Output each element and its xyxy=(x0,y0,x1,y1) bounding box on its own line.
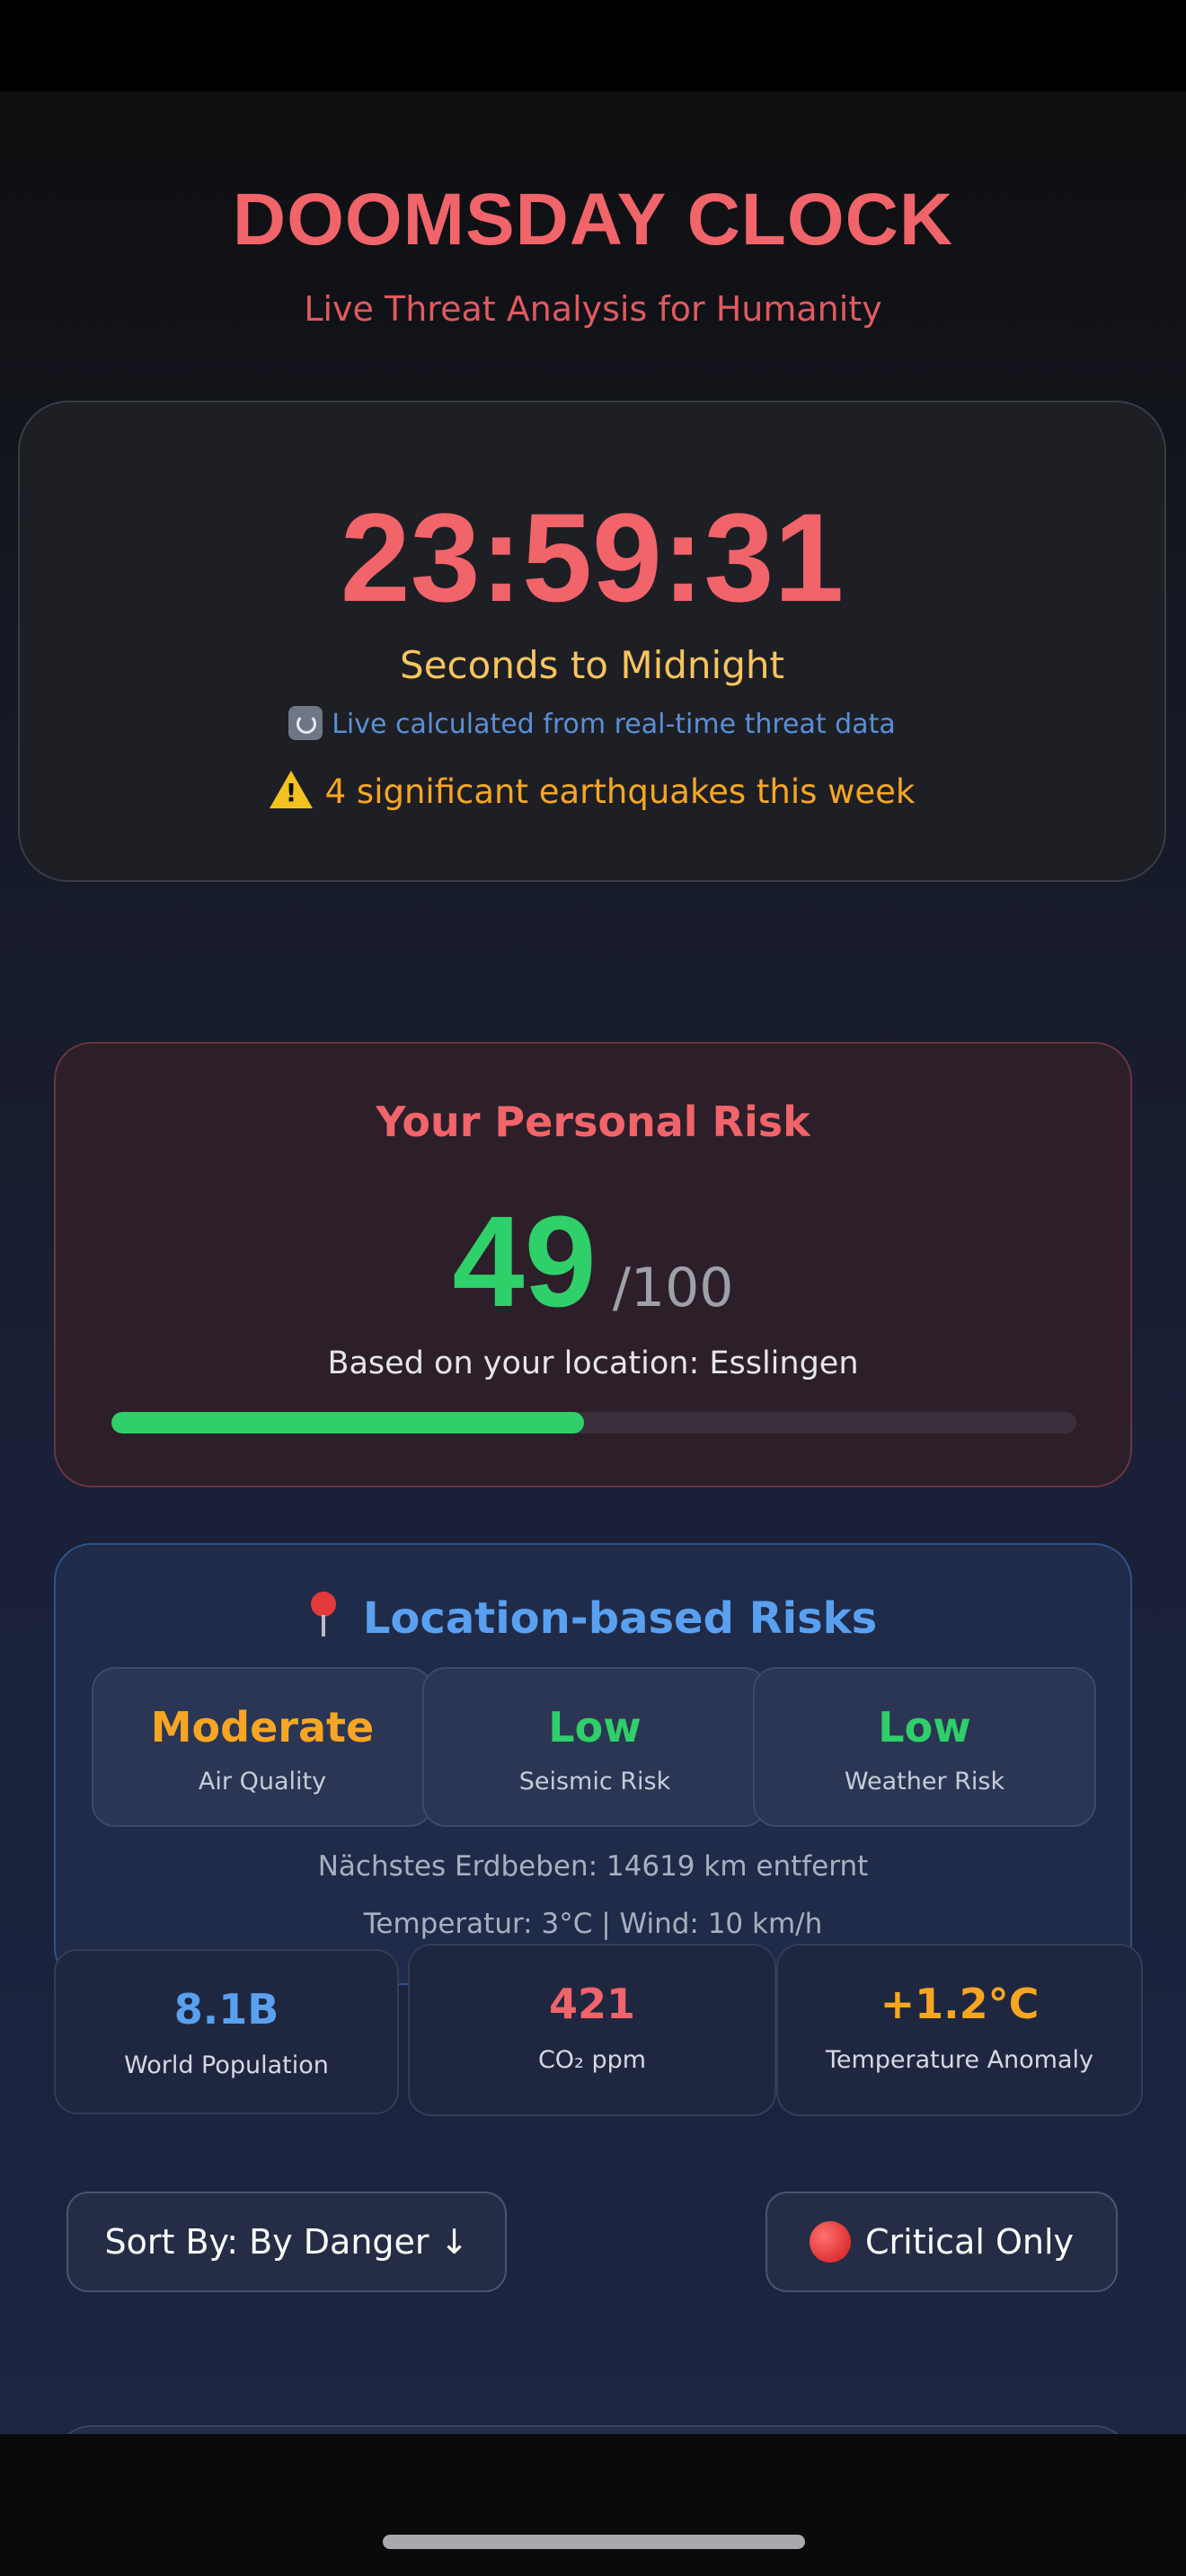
location-risks-title-text: Location-based Risks xyxy=(362,1593,878,1644)
weather-risk-metric: Low Weather Risk xyxy=(753,1667,1096,1827)
stat-value: 8.1B xyxy=(173,1985,279,2033)
clock-label: Seconds to Midnight xyxy=(400,643,784,687)
nearest-earthquake-text: Nächstes Erdbeben: 14619 km entfernt xyxy=(317,1850,869,1883)
app-subtitle: Live Threat Analysis for Humanity xyxy=(304,289,882,329)
red-circle-icon xyxy=(809,2221,851,2263)
refresh-icon xyxy=(288,706,323,740)
weather-text: Temperatur: 3°C | Wind: 10 km/h xyxy=(363,1908,823,1940)
stat-label: CO₂ ppm xyxy=(537,2046,647,2074)
location-risks-title: Location-based Risks xyxy=(56,1590,1130,1644)
metric-label: Seismic Risk xyxy=(518,1768,671,1795)
co2-stat: 421 CO₂ ppm xyxy=(408,1944,776,2116)
metric-value: Low xyxy=(548,1703,642,1751)
seismic-risk-metric: Low Seismic Risk xyxy=(422,1667,767,1827)
status-bar xyxy=(0,0,1186,92)
stat-value: +1.2°C xyxy=(880,1980,1040,2028)
sort-button[interactable]: Sort By: By Danger ↓ xyxy=(66,2192,507,2292)
home-indicator[interactable] xyxy=(383,2535,805,2549)
metric-value: Moderate xyxy=(150,1703,375,1751)
risk-location-text: Based on your location: Esslingen xyxy=(327,1345,859,1381)
main-page: DOOMSDAY CLOCK Live Threat Analysis for … xyxy=(0,92,1186,2434)
live-note-text: Live calculated from real-time threat da… xyxy=(332,709,896,740)
earthquake-alert: 4 significant earthquakes this week xyxy=(20,771,1164,811)
stat-label: Temperature Anomaly xyxy=(825,2046,1094,2074)
threat-card[interactable]: ↑ xyxy=(54,2425,1132,2434)
risk-progress-fill xyxy=(111,1412,585,1434)
earthquake-alert-text: 4 significant earthquakes this week xyxy=(324,772,916,811)
location-risks-card: Location-based Risks Moderate Air Qualit… xyxy=(54,1543,1132,1985)
stat-label: World Population xyxy=(124,2051,329,2079)
live-calculation-note: Live calculated from real-time threat da… xyxy=(20,706,1164,740)
metric-value: Low xyxy=(878,1703,971,1751)
risk-progress-bar xyxy=(111,1412,1076,1434)
personal-risk-title: Your Personal Risk xyxy=(376,1098,810,1146)
risk-score-max: /100 xyxy=(612,1257,734,1319)
clock-time: 23:59:31 xyxy=(340,487,845,628)
temperature-anomaly-stat: +1.2°C Temperature Anomaly xyxy=(776,1944,1143,2116)
doomsday-clock-card: 23:59:31 Seconds to Midnight Live calcul… xyxy=(18,401,1166,882)
personal-risk-card: Your Personal Risk 49/100 Based on your … xyxy=(54,1042,1132,1487)
stat-value: 421 xyxy=(548,1980,636,2028)
bottom-safe-area xyxy=(0,2434,1186,2576)
critical-only-button[interactable]: Critical Only xyxy=(766,2192,1118,2292)
critical-only-label: Critical Only xyxy=(864,2222,1075,2262)
world-population-stat: 8.1B World Population xyxy=(54,1949,399,2114)
warning-icon xyxy=(269,771,313,808)
risk-score-row: 49/100 xyxy=(56,1187,1130,1337)
metric-label: Weather Risk xyxy=(844,1768,1005,1795)
metric-label: Air Quality xyxy=(198,1768,327,1795)
app-title: DOOMSDAY CLOCK xyxy=(232,179,954,260)
air-quality-metric: Moderate Air Quality xyxy=(92,1667,433,1827)
pin-icon xyxy=(309,1590,338,1640)
risk-score: 49 xyxy=(452,1189,597,1334)
